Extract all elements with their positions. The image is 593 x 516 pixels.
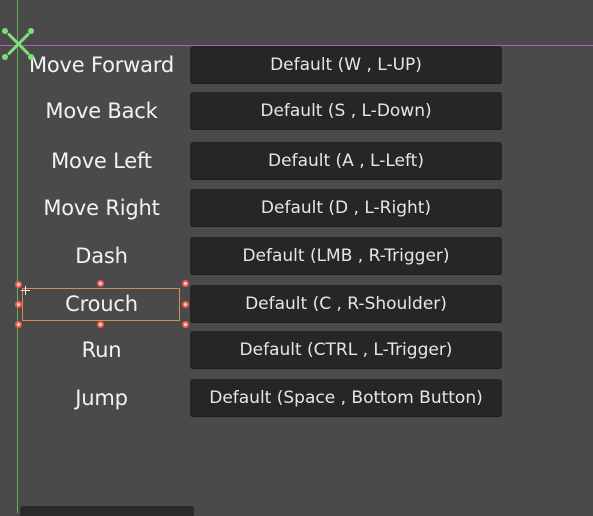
action-label-jump: Jump	[75, 386, 128, 410]
selection-outline	[22, 288, 180, 321]
binding-row-run: Run Default (CTRL , L-Trigger)	[0, 331, 593, 369]
action-label-move-right: Move Right	[43, 196, 160, 220]
resize-handle-bottom-right[interactable]	[182, 321, 189, 328]
action-label-move-forward: Move Forward	[28, 53, 175, 77]
rebind-button-move-back[interactable]: Default (S , L-Down)	[190, 92, 502, 130]
binding-row-move-forward: Move Forward Default (W , L-UP)	[0, 46, 593, 84]
rebind-button-crouch[interactable]: Default (C , R-Shoulder)	[190, 285, 502, 323]
rebind-button-dash[interactable]: Default (LMB , R-Trigger)	[190, 237, 502, 275]
action-label-run: Run	[81, 338, 122, 362]
resize-handle-left[interactable]	[15, 301, 22, 308]
rebind-button-move-left[interactable]: Default (A , L-Left)	[190, 142, 502, 180]
origin-cross-icon	[2, 28, 34, 60]
rebind-button-run[interactable]: Default (CTRL , L-Trigger)	[190, 331, 502, 369]
rebind-button-jump[interactable]: Default (Space , Bottom Button)	[190, 379, 502, 417]
resize-handle-bottom[interactable]	[97, 321, 104, 328]
action-label-dash: Dash	[75, 244, 128, 268]
action-label-move-left: Move Left	[51, 149, 152, 173]
resize-handle-right[interactable]	[182, 301, 189, 308]
rebind-button-move-right[interactable]: Default (D , L-Right)	[190, 189, 502, 227]
rebind-button-move-forward[interactable]: Default (W , L-UP)	[190, 46, 502, 84]
pivot-cross-icon[interactable]	[21, 286, 30, 295]
resize-handle-top[interactable]	[97, 280, 104, 287]
binding-row-dash: Dash Default (LMB , R-Trigger)	[0, 237, 593, 275]
bottom-panel-tab[interactable]	[20, 506, 194, 516]
binding-row-move-right: Move Right Default (D , L-Right)	[0, 189, 593, 227]
resize-handle-bottom-left[interactable]	[15, 321, 22, 328]
binding-row-move-back: Move Back Default (S , L-Down)	[0, 92, 593, 130]
binding-row-move-left: Move Left Default (A , L-Left)	[0, 142, 593, 180]
action-label-move-back: Move Back	[45, 99, 158, 123]
binding-row-jump: Jump Default (Space , Bottom Button)	[0, 379, 593, 417]
resize-handle-top-right[interactable]	[182, 280, 189, 287]
